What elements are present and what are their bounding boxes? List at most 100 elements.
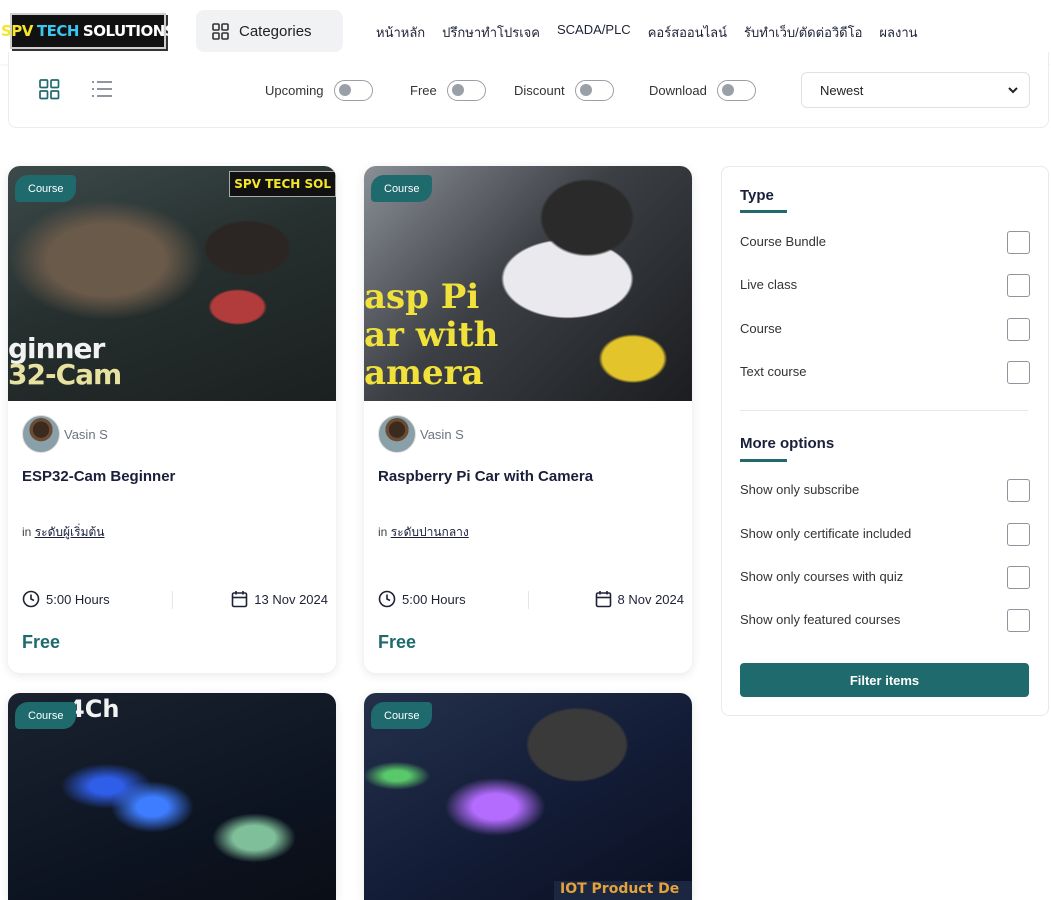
option-show-subscribe[interactable]: Show only subscribe <box>740 479 1030 504</box>
grid-view-icon[interactable] <box>39 79 60 100</box>
course-thumbnail[interactable]: IOT Product De Course <box>364 693 692 900</box>
thumbnail-caption: asp Pi ar with amera <box>364 278 498 392</box>
option-label: Course <box>740 321 782 336</box>
toggle-switch[interactable] <box>446 80 486 101</box>
type-section-title: Type <box>740 187 774 204</box>
toggle-discount[interactable]: Discount <box>514 80 614 101</box>
course-date: 13 Nov 2024 <box>231 590 328 608</box>
checkbox[interactable] <box>1007 231 1030 254</box>
logo-text-tech: TECH <box>36 22 80 40</box>
level-prefix: in <box>22 525 32 539</box>
course-title[interactable]: ESP32-Cam Beginner <box>22 468 175 485</box>
toggle-upcoming[interactable]: Upcoming <box>265 80 373 101</box>
thumbnail-text: 32-Cam <box>8 358 122 391</box>
nav-item-online-courses[interactable]: คอร์สออนไลน์ <box>648 22 727 43</box>
option-show-featured[interactable]: Show only featured courses <box>740 609 1030 634</box>
logo-text-solutions: SOLUTIONS <box>82 22 176 40</box>
type-option-course-bundle[interactable]: Course Bundle <box>740 231 1030 256</box>
more-options-title: More options <box>740 435 835 452</box>
course-title[interactable]: Raspberry Pi Car with Camera <box>378 468 593 485</box>
section-underline <box>740 459 787 462</box>
section-divider <box>740 410 1028 411</box>
option-show-quiz[interactable]: Show only courses with quiz <box>740 566 1030 591</box>
site-logo[interactable]: SPV TECH SOLUTIONS <box>1 13 176 49</box>
nav-item-web-video[interactable]: รับทำเว็บ/ตัดต่อวิดีโอ <box>744 22 862 43</box>
course-duration: 5:00 Hours <box>378 590 466 608</box>
toggle-switch[interactable] <box>716 80 756 101</box>
toggle-switch[interactable] <box>574 80 614 101</box>
nav-item-home[interactable]: หน้าหลัก <box>376 22 425 43</box>
meta-divider <box>172 591 173 609</box>
grid-icon <box>212 22 229 40</box>
course-card[interactable]: IOT Product De Course <box>364 693 692 900</box>
type-option-live-class[interactable]: Live class <box>740 274 1030 299</box>
nav-item-consulting[interactable]: ปรึกษาทำโปรเจค <box>442 22 540 43</box>
course-thumbnail[interactable]: ginner 32-Cam SPV TECH SOL Course <box>8 166 336 401</box>
course-thumbnail[interactable]: 4Ch Course <box>8 693 336 900</box>
option-label: Show only courses with quiz <box>740 569 904 584</box>
course-level: in ระดับปานกลาง <box>378 523 469 542</box>
avatar <box>22 415 60 453</box>
list-view-icon[interactable] <box>91 80 113 98</box>
filter-bar: Upcoming Free Discount Download Newest <box>8 52 1049 128</box>
nav-item-scada-plc[interactable]: SCADA/PLC <box>557 22 631 43</box>
toggle-switch[interactable] <box>333 80 373 101</box>
duration-text: 5:00 Hours <box>46 591 110 607</box>
duration-text: 5:00 Hours <box>402 591 466 607</box>
option-show-certificate[interactable]: Show only certificate included <box>740 523 1030 548</box>
author-name: Vasin S <box>64 426 108 442</box>
course-card[interactable]: asp Pi ar with amera Course Vasin S Rasp… <box>364 166 692 673</box>
thumbnail-text: asp Pi <box>364 277 480 317</box>
course-level: in ระดับผู้เริ่มต้น <box>22 523 104 542</box>
course-meta: 5:00 Hours 8 Nov 2024 <box>378 590 684 610</box>
toggle-download-label: Download <box>649 83 707 98</box>
checkbox[interactable] <box>1007 318 1030 341</box>
thumbnail-text: IOT Product De <box>554 881 692 900</box>
calendar-icon <box>231 591 248 608</box>
filter-sidebar: Type Course Bundle Live class Course Tex… <box>721 166 1049 716</box>
course-price: Free <box>378 632 417 652</box>
thumbnail-logo: SPV TECH SOL <box>229 171 336 197</box>
checkbox[interactable] <box>1007 609 1030 632</box>
toggle-free-label: Free <box>410 83 437 98</box>
filter-items-button[interactable]: Filter items <box>740 663 1029 697</box>
nav-item-portfolio[interactable]: ผลงาน <box>879 22 917 43</box>
checkbox[interactable] <box>1007 274 1030 297</box>
level-link[interactable]: ระดับปานกลาง <box>391 525 469 539</box>
option-label: Show only featured courses <box>740 612 901 627</box>
checkbox[interactable] <box>1007 479 1030 502</box>
course-card[interactable]: 4Ch Course <box>8 693 336 900</box>
toggle-discount-label: Discount <box>514 83 565 98</box>
course-date: 8 Nov 2024 <box>595 590 685 608</box>
checkbox[interactable] <box>1007 523 1030 546</box>
type-option-course[interactable]: Course <box>740 318 1030 343</box>
meta-divider <box>528 591 529 609</box>
course-card[interactable]: ginner 32-Cam SPV TECH SOL Course Vasin … <box>8 166 336 673</box>
section-underline <box>740 210 787 213</box>
option-label: Live class <box>740 277 798 292</box>
toggle-download[interactable]: Download <box>649 80 756 101</box>
type-option-text-course[interactable]: Text course <box>740 361 1030 386</box>
toggle-free[interactable]: Free <box>410 80 486 101</box>
level-link[interactable]: ระดับผู้เริ่มต้น <box>35 525 105 539</box>
course-author[interactable]: Vasin S <box>378 415 464 453</box>
toggle-upcoming-label: Upcoming <box>265 83 324 98</box>
course-meta: 5:00 Hours 13 Nov 2024 <box>22 590 328 610</box>
thumbnail-caption: ginner 32-Cam <box>8 335 122 391</box>
course-thumbnail[interactable]: asp Pi ar with amera Course <box>364 166 692 401</box>
checkbox[interactable] <box>1007 566 1030 589</box>
thumbnail-text: amera <box>364 353 484 393</box>
course-badge: Course <box>15 702 77 729</box>
course-duration: 5:00 Hours <box>22 590 110 608</box>
sort-selected-value: Newest <box>820 82 864 98</box>
author-name: Vasin S <box>420 426 464 442</box>
course-author[interactable]: Vasin S <box>22 415 108 453</box>
avatar <box>378 415 416 453</box>
option-label: Course Bundle <box>740 234 826 249</box>
date-text: 8 Nov 2024 <box>617 591 685 607</box>
categories-label: Categories <box>239 22 312 40</box>
categories-button[interactable]: Categories <box>196 10 343 52</box>
checkbox[interactable] <box>1007 361 1030 384</box>
sort-select[interactable]: Newest <box>801 72 1030 108</box>
chevron-down-icon <box>1008 87 1018 94</box>
